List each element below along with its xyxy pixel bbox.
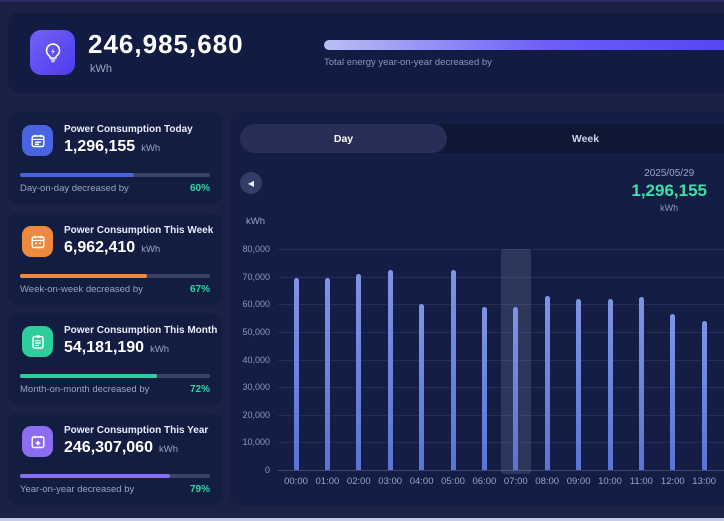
gridline [278,277,724,278]
card-power-year: Power Consumption This Year 246,307,060k… [8,413,222,505]
hour-bar[interactable] [325,278,330,470]
hour-bar[interactable] [702,321,707,470]
total-energy-card: 246,985,680 kWh Total energy year-on-yea… [8,13,724,93]
card-progress [20,173,210,177]
card-progress [20,474,210,478]
total-energy-value: 246,985,680 [88,29,244,60]
card-percent: 67% [190,284,210,295]
card-value: 246,307,060kWh [64,439,178,457]
top-edge-strip [0,0,724,2]
consumption-chart-panel: Day Week ◀ 2025/05/29 1,296,155 kWh kWh … [230,112,724,506]
x-axis-tick-label: 13:00 [683,476,724,487]
lightbulb-bolt-icon [30,30,75,75]
card-footer-label: Week-on-week decreased by [20,284,143,295]
clipboard-icon [22,326,53,357]
y-axis-tick-label: 10,000 [232,437,270,447]
calendar-week-icon [22,226,53,257]
gridline [278,387,724,388]
card-title: Power Consumption This Week [64,225,213,236]
y-axis-tick-label: 80,000 [232,244,270,254]
hour-bar[interactable] [482,307,487,470]
hour-bar[interactable] [388,270,393,470]
total-energy-progress-label: Total energy year-on-year decreased by [324,57,492,68]
selected-date-block: 2025/05/29 1,296,155 kWh [631,168,707,213]
selected-value: 1,296,155 [631,181,707,201]
hour-bar[interactable] [451,270,456,470]
y-axis-tick-label: 20,000 [232,410,270,420]
gridline [278,332,724,333]
calendar-day-icon [22,125,53,156]
previous-day-button[interactable]: ◀ [240,172,262,194]
card-progress [20,274,210,278]
hour-bar[interactable] [294,278,299,470]
tab-week[interactable]: Week [447,124,724,153]
gridline [278,470,724,471]
total-energy-progress [324,40,724,50]
period-tabbar: Day Week [240,124,724,153]
card-value: 6,962,410kWh [64,239,160,257]
dashboard-root: 246,985,680 kWh Total energy year-on-yea… [0,0,724,521]
y-axis-tick-label: 70,000 [232,272,270,282]
hour-bar[interactable] [608,299,613,470]
hour-bar[interactable] [576,299,581,470]
gridline [278,304,724,305]
card-title: Power Consumption This Month [64,325,217,336]
card-title: Power Consumption Today [64,124,193,135]
hour-bar[interactable] [545,296,550,470]
card-percent: 79% [190,484,210,495]
gridline [278,360,724,361]
hour-bar[interactable] [670,314,675,470]
card-footer-label: Month-on-month decreased by [20,384,149,395]
hour-bar[interactable] [513,307,518,470]
card-power-today: Power Consumption Today 1,296,155kWh Day… [8,112,222,204]
card-footer-label: Year-on-year decreased by [20,484,134,495]
card-value: 1,296,155kWh [64,138,160,156]
y-axis-unit-label: kWh [246,216,265,227]
card-percent: 72% [190,384,210,395]
card-percent: 60% [190,183,210,194]
selected-date: 2025/05/29 [631,168,707,179]
y-axis-tick-label: 0 [232,465,270,475]
total-energy-unit: kWh [90,63,112,75]
card-power-week: Power Consumption This Week 6,962,410kWh… [8,213,222,305]
hour-bar[interactable] [356,274,361,470]
card-power-month: Power Consumption This Month 54,181,190k… [8,313,222,405]
chevron-left-icon: ◀ [248,179,254,188]
selected-value-unit: kWh [631,203,707,213]
hour-bar[interactable] [419,304,424,470]
gridline [278,249,724,250]
tab-day[interactable]: Day [240,124,447,153]
card-footer-label: Day-on-day decreased by [20,183,129,194]
hour-bar[interactable] [639,297,644,470]
y-axis-tick-label: 40,000 [232,355,270,365]
y-axis-tick-label: 50,000 [232,327,270,337]
card-progress [20,374,210,378]
card-title: Power Consumption This Year [64,425,208,436]
calendar-year-icon [22,426,53,457]
gridline [278,415,724,416]
y-axis-tick-label: 30,000 [232,382,270,392]
gridline [278,442,724,443]
card-value: 54,181,190kWh [64,339,169,357]
y-axis-tick-label: 60,000 [232,299,270,309]
